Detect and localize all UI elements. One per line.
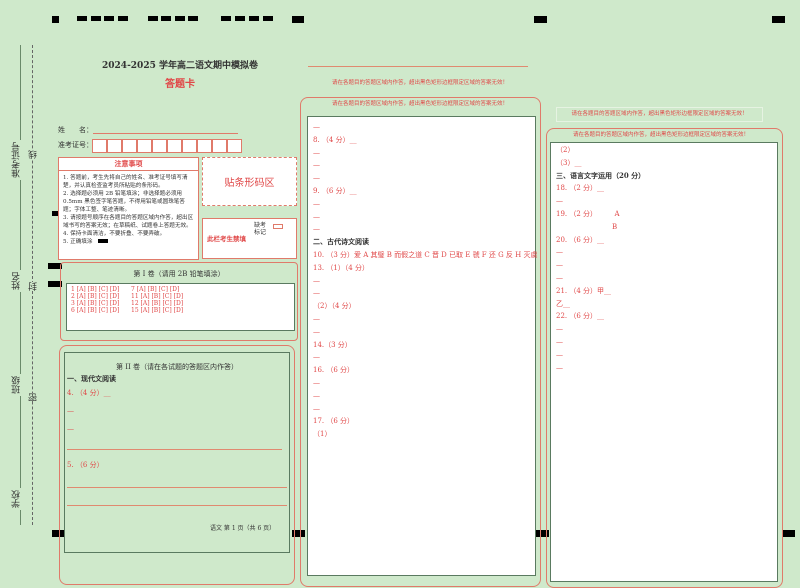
choice-row[interactable]: 12 [A] [B] [C] [D] [131, 300, 183, 307]
answer-line[interactable]: — [313, 223, 537, 236]
part1-title: 第 I 卷（请用 2B 铅笔填涂） [133, 270, 225, 278]
answer-line[interactable]: — [313, 390, 537, 403]
choice-row[interactable]: 11 [A] [B] [C] [D] [131, 293, 183, 300]
choice-row[interactable]: 2 [A] [B] [C] [D] [71, 293, 119, 300]
answer-line[interactable]: — [556, 336, 645, 349]
question-item[interactable]: （2）（4 分） [313, 300, 537, 313]
choice-row[interactable]: 15 [A] [B] [C] [D] [131, 307, 183, 314]
answer-line[interactable] [67, 487, 287, 488]
question-item[interactable]: （1） [313, 428, 537, 441]
name-field[interactable] [93, 133, 238, 134]
exam-no-label: 准考证号： [58, 141, 93, 149]
forbidden-box: 此栏考生禁填 缺考标记 [202, 218, 297, 259]
answer-line[interactable]: — [556, 246, 645, 259]
question-item[interactable]: 13. （1）（4 分） [313, 262, 537, 275]
answer-line[interactable]: — [313, 351, 537, 364]
absent-mark-label: 缺考标记 [254, 222, 267, 236]
question-item[interactable]: 19. （2 分） A [556, 208, 645, 221]
answer-line[interactable]: — [313, 275, 537, 288]
question-4[interactable]: 4. （4 分）__ [67, 388, 111, 398]
label-exam-no: 准考证号 [10, 140, 23, 180]
answer-line[interactable]: — [313, 198, 537, 211]
choice-row[interactable]: 7 [A] [B] [C] [D] [131, 286, 183, 293]
page-footer: 语文 第 1 页（共 6 页） [210, 525, 276, 532]
question-item[interactable]: （2） [556, 144, 645, 157]
choice-row[interactable]: 1 [A] [B] [C] [D] [71, 286, 119, 293]
question-item[interactable]: B [556, 221, 645, 234]
section-heading: 二、古代诗文阅读 [313, 237, 369, 247]
warning-box: 请在各题目的答题区域内作答，超出黑色矩形边框限定区域的答案无效！ [556, 107, 763, 122]
answer-line[interactable]: — [313, 313, 537, 326]
question-item[interactable]: 乙__ [556, 298, 645, 311]
right-answer-area: （2） （3）__ 三、语言文字运用（20 分） 18. （2 分）__ —19. （2… [550, 142, 778, 582]
question-item[interactable]: 22. （6 分）__ [556, 310, 645, 323]
answer-line[interactable]: — [556, 259, 645, 272]
warning-text: 请在各题目的答题区域内作答，超出黑色矩形边框限定区域的答案无效！ [572, 132, 749, 138]
choice-area: 1 [A] [B] [C] [D] 2 [A] [B] [C] [D] 3 [A… [66, 283, 295, 331]
exam-no-boxes[interactable] [92, 139, 242, 153]
answer-line[interactable]: — [313, 172, 537, 185]
question-item[interactable]: 14.（3 分） [313, 339, 537, 352]
question-item[interactable]: 10. （3 分）爱 A 其璧 B 而假之道 C 晋 D 已取 E 虢 F 还 … [313, 249, 537, 262]
question-item[interactable]: 21. （4 分）甲__ [556, 285, 645, 298]
answer-line[interactable]: — [67, 425, 74, 433]
answer-line[interactable]: — [313, 121, 537, 134]
name-label: 姓 名： [58, 126, 93, 134]
notice-item: 1. 答题前，考生先将自己的姓名、准考证号填写清楚，并认真检查监考员所粘贴的条形… [63, 175, 188, 189]
warning-text: 请在各题目的答题区域内作答，超出黑色矩形边框限定区域的答案无效！ [331, 80, 508, 86]
answer-line[interactable]: — [313, 147, 537, 160]
answer-line[interactable]: — [313, 287, 537, 300]
absent-mark-box[interactable] [273, 224, 283, 229]
forbidden-label: 此栏考生禁填 [207, 235, 246, 243]
answer-line[interactable]: — [313, 211, 537, 224]
notice-box: 注意事项 1. 答题前，考生先将自己的姓名、准考证号填写清楚，并认真检查监考员所… [58, 157, 199, 260]
question-5[interactable]: 5. （6 分） [67, 460, 104, 470]
warning-text: 请在各题目的答题区域内作答，超出黑色矩形边框限定区域的答案无效！ [331, 101, 508, 107]
label-secret: 密 [27, 393, 40, 402]
notice-item: 3. 请按题号顺序在各题目的答题区域内作答，超出区域书写的答案无效；在草稿纸、试… [63, 215, 194, 229]
answer-line[interactable]: — [556, 195, 645, 208]
barcode-area: 贴条形码区 [202, 157, 297, 206]
part2-inner: 第 II 卷（请在各试题的答题区内作答） 一、现代文阅读 4. （4 分）__ … [64, 352, 290, 553]
answer-sheet-title: 答题卡 [165, 79, 195, 90]
choice-row[interactable]: 3 [A] [B] [C] [D] [71, 300, 119, 307]
choice-row[interactable]: 6 [A] [B] [C] [D] [71, 307, 119, 314]
exam-title: 2024-2025 学年高二语文期中模拟卷 [102, 61, 258, 71]
answer-line[interactable] [67, 505, 287, 506]
answer-line[interactable]: — [313, 377, 537, 390]
section-heading: 三、语言文字运用（20 分） [556, 170, 646, 180]
answer-line[interactable]: — [556, 272, 645, 285]
answer-line[interactable]: — [556, 323, 645, 336]
label-class: 班级 [10, 374, 23, 396]
question-item[interactable]: 17. （6 分） [313, 415, 537, 428]
notice-item: 5. 正确填涂 [63, 239, 93, 245]
middle-answer-area: —8. （4 分）__ — — —9. （6 分）__ — — — 二、古代诗文阅读 10. （… [307, 116, 537, 576]
fill-example [98, 239, 109, 243]
notice-item: 4. 保持卡面清洁，不要折叠、不要弄破。 [63, 231, 166, 237]
answer-line[interactable]: — [556, 362, 645, 375]
label-line: 线 [27, 150, 40, 159]
notice-item: 2. 选择题必须用 2B 铅笔填涂；非选择题必须用 0.5mm 黑色签字笔答题，… [63, 191, 185, 213]
answer-line[interactable]: — [67, 407, 74, 415]
part1-panel: 第 I 卷（请用 2B 铅笔填涂） 1 [A] [B] [C] [D] 2 [A… [60, 262, 298, 341]
question-item[interactable]: 8. （4 分）__ [313, 134, 537, 147]
divider [67, 449, 282, 450]
section-heading: 一、现代文阅读 [67, 374, 116, 383]
answer-line[interactable]: — [313, 159, 537, 172]
question-item[interactable]: 16. （6 分） [313, 364, 537, 377]
label-name: 姓名 [10, 270, 23, 292]
answer-line[interactable]: — [313, 403, 537, 416]
notice-title: 注意事项 [59, 158, 198, 171]
question-item[interactable]: 9. （6 分）__ [313, 185, 537, 198]
answer-line[interactable]: — [556, 349, 645, 362]
barcode-label: 贴条形码区 [224, 178, 275, 189]
question-item[interactable]: 20. （6 分）__ [556, 234, 645, 247]
label-school: 学校 [10, 488, 23, 510]
answer-line[interactable]: — [313, 326, 537, 339]
label-seal: 封 [27, 282, 40, 291]
question-item[interactable]: 18. （2 分）__ [556, 182, 645, 195]
question-item[interactable]: （3）__ [556, 157, 645, 170]
top-divider [308, 66, 528, 67]
part2-title: 第 II 卷（请在各试题的答题区内作答） [116, 363, 238, 371]
